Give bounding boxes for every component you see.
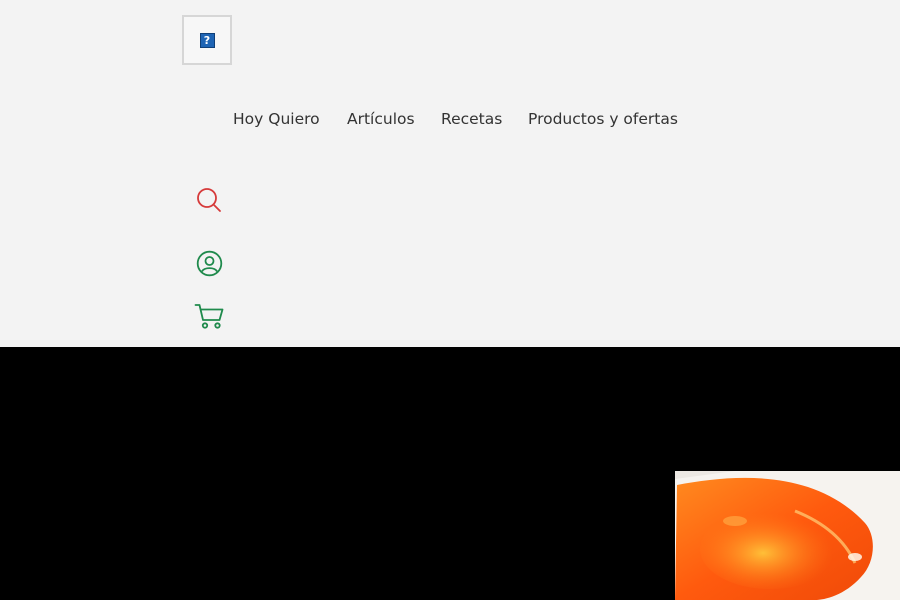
nav-item-productos-y-ofertas[interactable]: Productos y ofertas — [528, 107, 678, 131]
hero-banner — [0, 347, 900, 600]
hero-image — [675, 471, 900, 600]
user-circle-icon[interactable] — [196, 250, 223, 277]
broken-image-icon: ? — [199, 32, 215, 48]
nav-item-recetas[interactable]: Recetas — [441, 107, 502, 131]
logo-link[interactable]: ? — [182, 15, 232, 65]
orange-jelly-photo — [675, 471, 900, 600]
nav-item-hoy-quiero[interactable]: Hoy Quiero — [233, 107, 320, 131]
nav-item-articulos[interactable]: Artículos — [347, 107, 415, 131]
cart-icon[interactable] — [194, 302, 225, 330]
site-header: ? Hoy Quiero Artículos Recetas Productos… — [0, 0, 900, 347]
search-icon[interactable] — [195, 186, 223, 214]
main-nav: Hoy Quiero Artículos Recetas Productos y… — [0, 107, 900, 131]
